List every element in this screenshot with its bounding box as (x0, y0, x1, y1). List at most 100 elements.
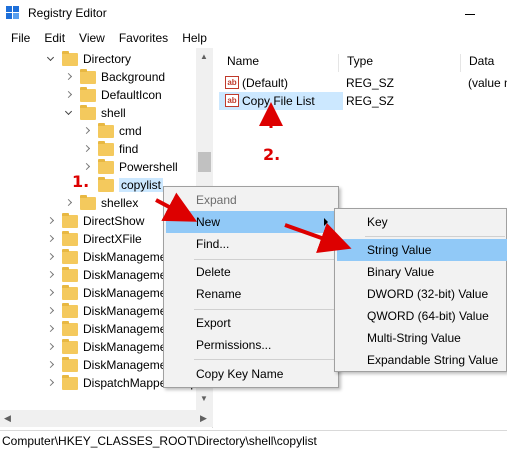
menu-file[interactable]: File (4, 29, 37, 47)
tree-item-diskmanagement[interactable]: DiskManageme (46, 320, 166, 338)
tree-item-diskmanagement[interactable]: DiskManageme (46, 266, 166, 284)
folder-icon (62, 338, 78, 354)
folder-icon (62, 230, 78, 246)
menu-edit[interactable]: Edit (37, 29, 72, 47)
chevron-right-icon[interactable] (46, 378, 56, 388)
chevron-right-icon[interactable] (46, 234, 56, 244)
tree-horizontal-scrollbar[interactable]: ◀ ▶ (0, 410, 213, 427)
menu-item-delete[interactable]: Delete (166, 261, 336, 283)
tree-item-find[interactable]: find (82, 140, 138, 158)
value-row[interactable]: ab (Default) REG_SZ (value n (219, 74, 507, 92)
menu-item-new[interactable]: New (166, 211, 336, 233)
tree-item-label: Directory (83, 52, 132, 66)
scroll-left-icon[interactable]: ◀ (4, 413, 11, 424)
submenu-item-key[interactable]: Key (337, 211, 507, 233)
chevron-right-icon[interactable] (46, 306, 56, 316)
tree-item-label: Powershell (119, 160, 178, 174)
chevron-right-icon[interactable] (64, 198, 74, 208)
tree-item-diskmanagement[interactable]: DiskManageme (46, 248, 166, 266)
tree-item-shell[interactable]: shell (64, 104, 126, 122)
minimize-button[interactable] (452, 4, 492, 24)
value-data: (value n (468, 76, 507, 90)
menu-help[interactable]: Help (175, 29, 214, 47)
column-header-data[interactable]: Data (461, 54, 507, 72)
column-header-type[interactable]: Type (339, 54, 461, 72)
chevron-down-icon[interactable] (46, 54, 56, 64)
chevron-right-icon[interactable] (46, 342, 56, 352)
string-value-icon: ab (225, 94, 239, 107)
chevron-right-icon[interactable] (64, 72, 74, 82)
menu-item-permissions[interactable]: Permissions... (166, 334, 336, 356)
tree-item-diskmanagement[interactable]: DiskManageme (46, 302, 166, 320)
folder-icon (98, 140, 114, 156)
tree-item-directory[interactable]: Directory (46, 50, 131, 68)
menu-view[interactable]: View (72, 29, 112, 47)
tree-item-diskmanagement[interactable]: DiskManageme (46, 356, 166, 374)
chevron-right-icon[interactable] (46, 360, 56, 370)
tree-item-label: DiskManageme (83, 304, 167, 318)
chevron-right-icon[interactable] (46, 216, 56, 226)
folder-icon (62, 266, 78, 282)
tree-item-label: shell (101, 106, 126, 120)
scroll-up-icon[interactable]: ▲ (200, 52, 208, 61)
tree-item-background[interactable]: Background (64, 68, 165, 86)
folder-icon (80, 104, 96, 120)
chevron-right-icon[interactable] (82, 126, 92, 136)
folder-icon (98, 176, 114, 192)
tree-item-diskmanagement[interactable]: DiskManageme (46, 338, 166, 356)
folder-icon (62, 320, 78, 336)
menu-item-expand[interactable]: Expand (166, 189, 336, 211)
value-name: Copy File List (242, 94, 315, 108)
menu-item-find[interactable]: Find... (166, 233, 336, 255)
menu-bar: File Edit View Favorites Help (0, 28, 507, 48)
tree-item-directshow[interactable]: DirectShow (46, 212, 144, 230)
value-name: (Default) (242, 76, 289, 90)
folder-icon (80, 68, 96, 84)
tree-item-label: shellex (101, 196, 139, 210)
menu-item-copy-key-name[interactable]: Copy Key Name (166, 363, 336, 385)
menu-favorites[interactable]: Favorites (112, 29, 175, 47)
folder-icon (62, 302, 78, 318)
menu-item-new-label: New (196, 215, 221, 229)
chevron-right-icon[interactable] (82, 144, 92, 154)
submenu-item-string-value[interactable]: String Value (337, 239, 507, 261)
tree-item-label: DirectXFile (83, 232, 142, 246)
submenu-item-qword-value[interactable]: QWORD (64-bit) Value (337, 305, 507, 327)
scroll-down-icon[interactable]: ▼ (200, 394, 208, 403)
tree-item-label: DefaultIcon (101, 88, 162, 102)
tree-item-diskmanagement[interactable]: DiskManageme (46, 284, 166, 302)
submenu-item-expandable-string-value[interactable]: Expandable String Value (337, 349, 507, 371)
window-title: Registry Editor (28, 6, 107, 20)
menu-separator (194, 309, 334, 310)
tree-item-directxfile[interactable]: DirectXFile (46, 230, 142, 248)
menu-separator (194, 359, 334, 360)
chevron-right-icon[interactable] (46, 252, 56, 262)
tree-item-shellex[interactable]: shellex (64, 194, 138, 212)
chevron-right-icon[interactable] (46, 324, 56, 334)
tree-item-label: copylist (119, 178, 164, 192)
tree-item-cmd[interactable]: cmd (82, 122, 142, 140)
chevron-right-icon[interactable] (82, 162, 92, 172)
chevron-right-icon[interactable] (64, 90, 74, 100)
menu-separator (194, 259, 334, 260)
chevron-right-icon[interactable] (46, 288, 56, 298)
tree-item-copylist[interactable]: copylist (98, 176, 164, 194)
chevron-down-icon[interactable] (64, 108, 74, 118)
tree-item-label: DirectShow (83, 214, 145, 228)
submenu-item-dword-value[interactable]: DWORD (32-bit) Value (337, 283, 507, 305)
new-submenu: Key String Value Binary Value DWORD (32-… (334, 208, 507, 372)
scroll-right-icon[interactable]: ▶ (200, 413, 207, 424)
folder-icon (62, 50, 78, 66)
value-row-selected[interactable]: ab Copy File List (219, 92, 343, 110)
chevron-right-icon[interactable] (46, 270, 56, 280)
column-header-name[interactable]: Name (219, 54, 339, 72)
menu-item-export[interactable]: Export (166, 312, 336, 334)
tree-item-defaulticon[interactable]: DefaultIcon (64, 86, 162, 104)
tree-item-label: cmd (119, 124, 142, 138)
submenu-item-binary-value[interactable]: Binary Value (337, 261, 507, 283)
menu-separator (365, 236, 505, 237)
menu-item-rename[interactable]: Rename (166, 283, 336, 305)
submenu-item-multi-string-value[interactable]: Multi-String Value (337, 327, 507, 349)
scroll-thumb[interactable] (198, 152, 211, 172)
tree-item-powershell[interactable]: Powershell (82, 158, 178, 176)
